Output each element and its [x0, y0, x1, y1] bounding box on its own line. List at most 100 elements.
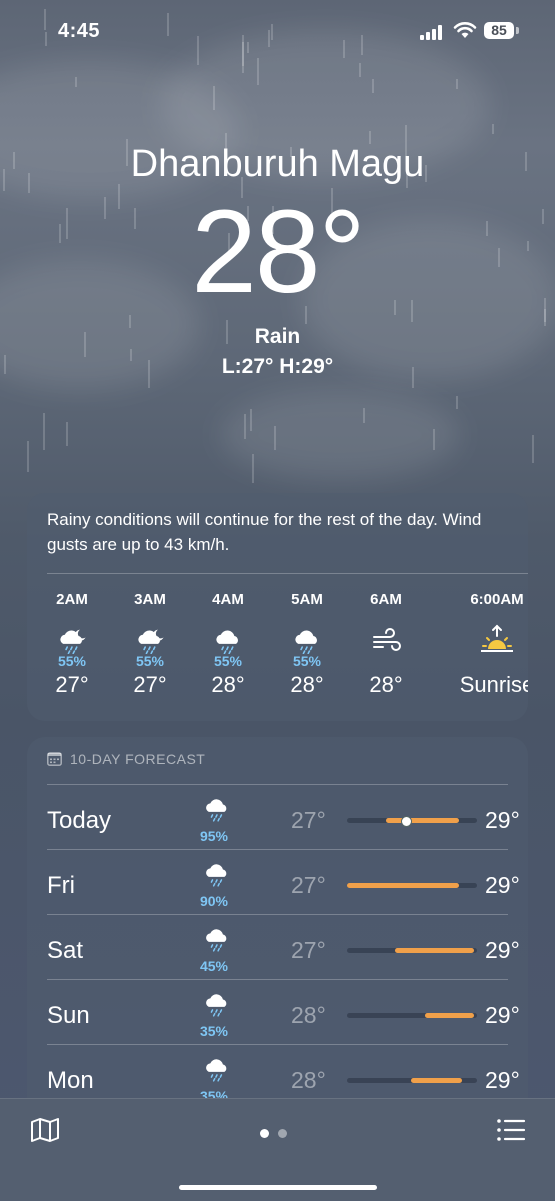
- calendar-icon: [47, 752, 62, 766]
- temperature-range-bar: [347, 948, 477, 953]
- city-name: Dhanburuh Magu: [130, 143, 425, 185]
- hour-precipitation: 55%: [292, 653, 322, 669]
- status-time: 4:45: [58, 20, 101, 42]
- forecast-low: 27°: [291, 872, 326, 898]
- rain-streak: [66, 422, 68, 446]
- hourly-item: 6AM 28°: [347, 591, 425, 698]
- low-high-temperature: L:27° H:29°: [221, 355, 334, 378]
- rain-streak: [250, 409, 252, 431]
- forecast-high: 29°: [485, 1067, 520, 1093]
- hour-label: 5AM: [291, 591, 323, 608]
- hourly-item: 2AM 55% 27°: [33, 591, 111, 698]
- forecast-day: Sat: [47, 937, 84, 964]
- rain-streak: [363, 408, 365, 423]
- forecast-day: Fri: [47, 872, 75, 899]
- forecast-precipitation: 35%: [199, 1023, 229, 1039]
- rain-moon-icon: [111, 616, 189, 654]
- temperature-range-bar: [347, 883, 477, 888]
- forecast-row[interactable]: Fri 90% 27° 29°: [47, 852, 528, 917]
- current-temperature: 28°: [191, 186, 365, 318]
- wind-icon: [347, 616, 425, 654]
- rain-cloud-icon: [197, 927, 237, 957]
- temperature-range-fill: [347, 883, 459, 888]
- forecast-high: 29°: [485, 1002, 520, 1028]
- temperature-range-bar: [347, 1078, 477, 1083]
- page-dot[interactable]: [278, 1129, 287, 1138]
- hourly-forecast-card[interactable]: Rainy conditions will continue for the r…: [27, 493, 528, 721]
- page-dot-active[interactable]: [260, 1129, 269, 1138]
- hour-temperature: 27°: [55, 672, 89, 697]
- hour-label: 2AM: [56, 591, 88, 608]
- hour-temperature: 28°: [290, 672, 324, 697]
- forecast-low: 27°: [291, 937, 326, 963]
- forecast-low: 27°: [291, 807, 326, 833]
- rain-streak: [43, 413, 45, 435]
- cellular-signal-icon: [420, 24, 446, 40]
- temperature-range-fill: [411, 1078, 462, 1083]
- sunrise-icon: [447, 616, 528, 654]
- rain-streak: [372, 79, 374, 93]
- hour-label: 3AM: [134, 591, 166, 608]
- forecast-day: Mon: [47, 1067, 94, 1094]
- rain-streak: [27, 441, 29, 472]
- ten-day-forecast-card[interactable]: 10-DAY FORECAST Today 95% 27° 29° Fri 90% 27° 2…: [27, 737, 528, 1117]
- forecast-low: 28°: [291, 1067, 326, 1093]
- forecast-low: 28°: [291, 1002, 326, 1028]
- row-divider: [47, 979, 508, 980]
- bottom-toolbar: [0, 1098, 555, 1201]
- forecast-day: Sun: [47, 1002, 90, 1029]
- forecast-row[interactable]: Today 95% 27° 29°: [47, 787, 528, 852]
- forecast-row[interactable]: Sat 45% 27° 29°: [47, 917, 528, 982]
- map-icon[interactable]: [30, 1117, 60, 1143]
- forecast-high: 29°: [485, 872, 520, 898]
- rain-streak: [492, 124, 494, 134]
- temperature-range-fill: [395, 948, 474, 953]
- battery-nub: [516, 27, 519, 34]
- rain-streak: [252, 454, 254, 483]
- row-divider: [47, 784, 508, 785]
- hourly-item: 5AM 55% 28°: [268, 591, 346, 698]
- forecast-header-label: 10-DAY FORECAST: [70, 751, 206, 767]
- home-indicator[interactable]: [179, 1185, 377, 1190]
- rain-cloud-icon: [197, 992, 237, 1022]
- hour-temperature: 28°: [369, 672, 403, 697]
- rain-streak: [75, 77, 77, 87]
- forecast-high: 29°: [485, 937, 520, 963]
- hour-temperature: 28°: [211, 672, 245, 697]
- rain-streak: [532, 435, 534, 463]
- hourly-divider: [47, 573, 528, 574]
- list-icon[interactable]: [496, 1118, 526, 1142]
- hour-label: 6:00AM: [470, 591, 524, 608]
- temperature-range-fill: [386, 818, 459, 823]
- row-divider: [47, 914, 508, 915]
- rain-cloud-icon: [189, 616, 267, 654]
- rain-moon-icon: [33, 616, 111, 654]
- hourly-item: 6:00AM Sunrise: [447, 591, 528, 698]
- rain-cloud-icon: [197, 797, 237, 827]
- wifi-icon: [453, 22, 477, 38]
- rain-streak: [43, 435, 45, 450]
- rain-streak: [257, 58, 259, 85]
- forecast-precipitation: 95%: [199, 828, 229, 844]
- forecast-day: Today: [47, 807, 112, 834]
- rain-cloud-icon: [268, 616, 346, 654]
- rain-cloud-icon: [197, 1057, 237, 1087]
- hourly-item: 4AM 55% 28°: [189, 591, 267, 698]
- page-indicator[interactable]: [260, 1125, 296, 1143]
- rain-streak: [433, 429, 435, 450]
- forecast-header: 10-DAY FORECAST: [47, 751, 205, 767]
- row-divider: [47, 1044, 508, 1045]
- current-temp-dot: [401, 816, 412, 827]
- rain-streak: [456, 79, 458, 89]
- forecast-high: 29°: [485, 807, 520, 833]
- forecast-precipitation: 90%: [199, 893, 229, 909]
- forecast-precipitation: 45%: [199, 958, 229, 974]
- rain-streak: [244, 414, 246, 439]
- forecast-row[interactable]: Sun 35% 28° 29°: [47, 982, 528, 1047]
- hour-precipitation: [347, 653, 425, 670]
- rain-cloud-icon: [197, 862, 237, 892]
- rain-streak: [274, 426, 276, 450]
- hour-precipitation: [447, 653, 528, 670]
- rain-streak: [213, 86, 215, 110]
- hour-temperature: 27°: [133, 672, 167, 697]
